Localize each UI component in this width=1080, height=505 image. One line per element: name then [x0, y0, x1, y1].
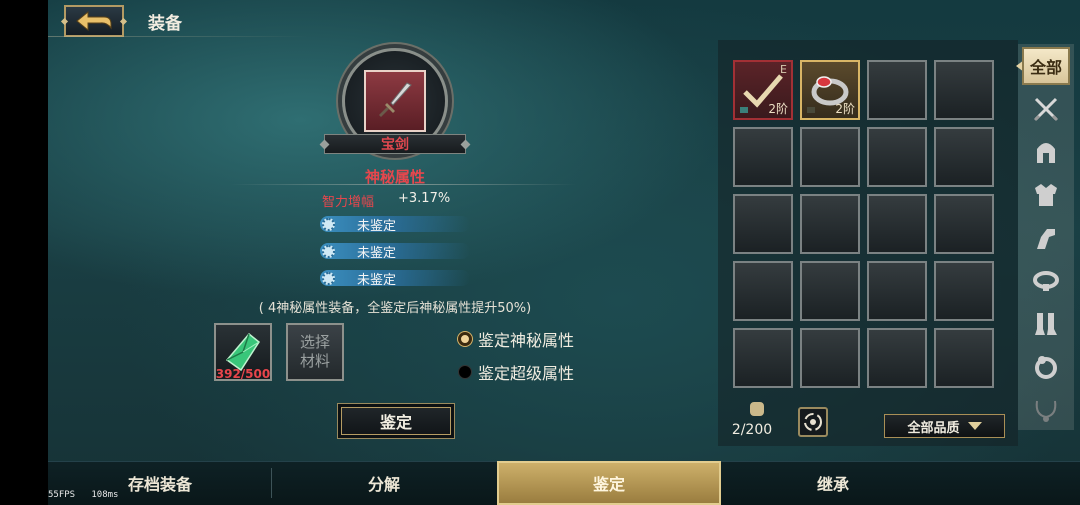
select-material-slot[interactable]: 选择材料 [286, 323, 344, 381]
ms-value: 108ms [91, 490, 119, 500]
fps-counter: 55FPS 108ms [48, 490, 118, 500]
option-identify-mystic[interactable]: 鉴定神秘属性 [458, 327, 574, 351]
gear-icon [322, 217, 335, 231]
tab-weapons[interactable] [1022, 90, 1070, 128]
helmet-icon [1037, 143, 1055, 163]
radio-selected-icon [458, 332, 472, 346]
chevron-down-icon [967, 422, 982, 430]
inventory-slot-empty[interactable] [733, 328, 793, 388]
inventory-slot-empty[interactable] [867, 328, 927, 388]
slot-level: 2阶 [768, 102, 788, 116]
page-title: 装备 [148, 14, 182, 34]
quality-filter-label: 全部品质 [907, 420, 960, 436]
header-divider [48, 36, 308, 37]
gem-icon [740, 107, 748, 113]
attribute-value: +3.17% [398, 191, 451, 206]
unidentified-attribute-1: 未鉴定 [320, 216, 470, 234]
armor-icon [1035, 184, 1057, 206]
back-button[interactable] [64, 5, 124, 37]
gauntlet-icon [1037, 229, 1055, 249]
unidentified-attribute-3: 未鉴定 [320, 270, 470, 288]
option-identify-super[interactable]: 鉴定超级属性 [458, 360, 574, 384]
equipment-screen: 装备 宝剑 神秘属性 智力增幅 +3.17% 未鉴定 未鉴定 未鉴定 ( 4神秘… [0, 0, 1080, 505]
tab-all[interactable]: 全部 [1022, 47, 1070, 85]
quality-filter-dropdown[interactable]: 全部品质 [884, 414, 1005, 438]
unidentified-label: 未鉴定 [357, 245, 397, 261]
inventory-slot-empty[interactable] [867, 194, 927, 254]
inventory-slot-empty[interactable] [867, 60, 927, 120]
inventory-grid: E 2阶 2阶 [733, 60, 994, 388]
inventory-slot-empty[interactable] [733, 261, 793, 321]
fps-value: 55FPS [48, 490, 76, 500]
identify-button[interactable]: 鉴定 [337, 403, 455, 439]
tab-gauntlet[interactable] [1022, 219, 1070, 257]
inventory-slot-empty[interactable] [934, 60, 994, 120]
unidentified-label: 未鉴定 [357, 272, 397, 288]
gear-icon [322, 244, 335, 258]
tab-armor[interactable] [1022, 176, 1070, 214]
dagger-icon [379, 82, 412, 117]
belt-icon [1033, 271, 1059, 291]
back-arrow-icon [76, 10, 112, 32]
unidentified-attribute-2: 未鉴定 [320, 243, 470, 261]
gem-icon [807, 107, 815, 113]
inventory-slot-empty[interactable] [800, 261, 860, 321]
crystal-count: 392/500 [215, 367, 271, 381]
inventory-slot-empty[interactable] [800, 127, 860, 187]
tab-identify[interactable]: 鉴定 [497, 461, 721, 505]
option-label: 鉴定神秘属性 [478, 331, 575, 350]
item-name-bar: 宝剑 [324, 134, 466, 154]
inventory-slot-empty[interactable] [934, 328, 994, 388]
tab-boots[interactable] [1022, 305, 1070, 343]
ring-icon [1035, 356, 1057, 379]
item-slot[interactable] [364, 70, 426, 132]
tab-inherit[interactable]: 继承 [721, 461, 945, 505]
inventory-slot-empty[interactable] [934, 261, 994, 321]
sort-button[interactable] [798, 407, 828, 437]
tab-dismantle[interactable]: 分解 [272, 461, 496, 505]
bag-icon [750, 402, 764, 416]
section-divider [230, 184, 576, 185]
necklace-icon [1035, 400, 1057, 422]
tab-necklace[interactable] [1022, 391, 1070, 429]
unidentified-label: 未鉴定 [357, 218, 397, 234]
gear-icon [322, 271, 335, 285]
inventory-count: 2/200 [731, 422, 773, 438]
inventory-slot-empty[interactable] [867, 127, 927, 187]
tab-helmet[interactable] [1022, 133, 1070, 171]
radio-unselected-icon [458, 365, 472, 379]
inventory-slot-2[interactable]: 2阶 [800, 60, 860, 120]
slot-tag: E [780, 63, 787, 76]
inventory-slot-empty[interactable] [733, 127, 793, 187]
recycle-icon [804, 413, 822, 431]
crossed-swords-icon [1033, 97, 1059, 122]
tab-ring[interactable] [1022, 348, 1070, 386]
left-black-bar [0, 0, 48, 505]
inventory-slot-1[interactable]: E 2阶 [733, 60, 793, 120]
inventory-slot-empty[interactable] [800, 328, 860, 388]
inventory-slot-empty[interactable] [800, 194, 860, 254]
option-label: 鉴定超级属性 [478, 364, 575, 383]
tab-belt[interactable] [1022, 262, 1070, 300]
inventory-slot-empty[interactable] [934, 194, 994, 254]
inventory-slot-empty[interactable] [733, 194, 793, 254]
select-material-label: 选择材料 [299, 333, 330, 370]
tab-label: 全部 [1029, 58, 1062, 77]
inventory-slot-empty[interactable] [934, 127, 994, 187]
slot-level: 2阶 [835, 102, 855, 116]
identify-note: ( 4神秘属性装备，全鉴定后神秘属性提升50%) [258, 301, 532, 316]
item-name: 宝剑 [381, 137, 409, 153]
attribute-name: 智力增幅 [322, 195, 375, 210]
inventory-slot-empty[interactable] [867, 261, 927, 321]
boots-icon [1035, 313, 1057, 335]
